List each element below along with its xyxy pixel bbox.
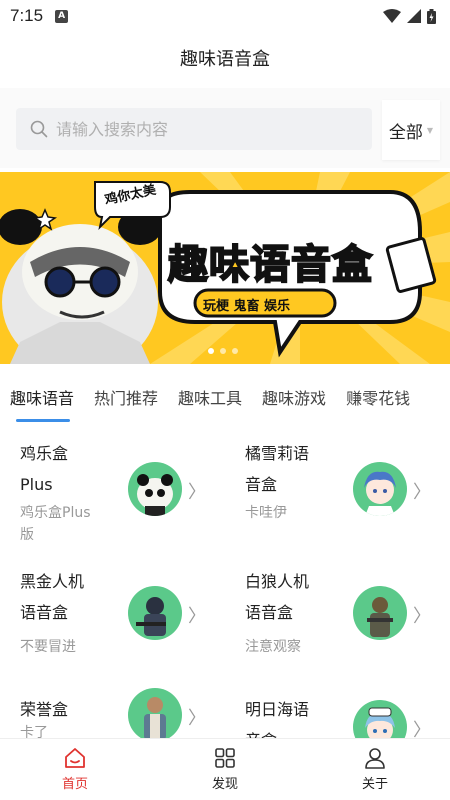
- category-tabs: 趣味语音 热门推荐 趣味工具 趣味游戏 赚零花钱: [0, 372, 450, 422]
- list-item[interactable]: 黑金人机 语音盒 不要冒进 〉: [0, 554, 225, 679]
- chevron-right-icon: 〉: [413, 606, 431, 627]
- item-name: 黑金人机 语音盒: [20, 572, 85, 622]
- pagination-dot[interactable]: [232, 348, 238, 354]
- chevron-right-icon: 〉: [188, 606, 206, 627]
- tab-fun-voice[interactable]: 趣味语音: [10, 372, 84, 422]
- nav-about-label: 关于: [361, 777, 388, 792]
- chevron-right-icon: 〉: [188, 708, 206, 729]
- search-input[interactable]: [56, 119, 336, 139]
- chevron-right-icon: 〉: [413, 482, 431, 503]
- item-name: 鸡乐盒 Plus: [20, 444, 69, 494]
- home-icon: [65, 748, 85, 768]
- chevron-right-icon: 〉: [188, 482, 206, 503]
- list-item[interactable]: 明日海语音盒 〉: [225, 682, 450, 738]
- wifi-icon: [383, 9, 401, 23]
- item-desc: 不要冒进: [20, 639, 76, 655]
- search-box[interactable]: [16, 108, 372, 150]
- grid-icon: [215, 748, 235, 768]
- panda-avatar: [128, 462, 182, 516]
- promo-banner[interactable]: 鸡你太美 趣味语音盒 玩梗 鬼畜 娱乐: [0, 172, 450, 364]
- status-time: 7:15: [10, 6, 44, 25]
- notification-icon: A: [55, 9, 69, 23]
- item-name: 明日海语音盒: [245, 700, 310, 738]
- filter-label: 全部: [388, 122, 423, 143]
- search-row: 全部 ▼: [0, 88, 450, 168]
- item-desc: 注意观察: [245, 639, 301, 655]
- banner-title: 趣味语音盒: [167, 241, 373, 289]
- soldier-vest-avatar: [128, 688, 182, 738]
- anime-sailor-avatar: [353, 700, 407, 738]
- battery-icon: [427, 8, 436, 24]
- nav-home-label: 首页: [61, 777, 88, 792]
- list-item[interactable]: 荣誉盒 卡了 〉: [0, 682, 225, 738]
- pagination-dot[interactable]: [208, 348, 214, 354]
- nav-discover-label: 发现: [211, 777, 238, 792]
- bottom-nav: 首页 发现 关于: [0, 738, 450, 800]
- item-name: 荣誉盒: [20, 700, 69, 719]
- signal-icon: [407, 9, 421, 23]
- list-item[interactable]: 鸡乐盒 Plus 鸡乐盒Plus 版 〉: [0, 426, 225, 551]
- list-item[interactable]: 橘雪莉语 音盒 卡哇伊 〉: [225, 426, 450, 551]
- soldier-black-avatar: [128, 586, 182, 640]
- anime-girl-avatar: [353, 462, 407, 516]
- item-desc: 卡哇伊: [245, 505, 287, 521]
- item-name: 橘雪莉语 音盒: [245, 444, 310, 494]
- list-item[interactable]: 白狼人机 语音盒 注意观察 〉: [225, 554, 450, 679]
- page-title: 趣味语音盒: [180, 49, 270, 70]
- chevron-down-icon: ▼: [426, 125, 434, 135]
- item-desc: 卡了: [20, 725, 48, 738]
- tab-fun-games[interactable]: 趣味游戏: [262, 372, 336, 422]
- soldier-white-avatar: [353, 586, 407, 640]
- status-bar: 7:15 A: [0, 0, 450, 32]
- tab-fun-tools[interactable]: 趣味工具: [178, 372, 252, 422]
- user-icon: [365, 748, 385, 769]
- banner-pagination: [208, 348, 238, 354]
- tab-earn-money[interactable]: 赚零花钱: [346, 372, 420, 422]
- filter-dropdown[interactable]: 全部 ▼: [382, 100, 440, 160]
- chevron-right-icon: 〉: [413, 720, 431, 738]
- tab-hot-recommend[interactable]: 热门推荐: [94, 372, 168, 422]
- status-right: [383, 8, 436, 24]
- pagination-dot[interactable]: [220, 348, 226, 354]
- nav-discover[interactable]: 发现: [150, 739, 300, 800]
- page-title-bar: 趣味语音盒: [0, 32, 450, 84]
- nav-about[interactable]: 关于: [300, 739, 450, 800]
- item-name: 白狼人机 语音盒: [245, 572, 310, 622]
- search-icon: [30, 120, 48, 138]
- banner-tags: 玩梗 鬼畜 娱乐: [203, 299, 291, 314]
- nav-home[interactable]: 首页: [0, 739, 150, 800]
- voice-box-grid: 鸡乐盒 Plus 鸡乐盒Plus 版 〉 橘雪莉语 音盒 卡哇伊 〉 黑金人机 语音盒 …: [0, 426, 450, 738]
- item-desc: 鸡乐盒Plus 版: [20, 505, 91, 543]
